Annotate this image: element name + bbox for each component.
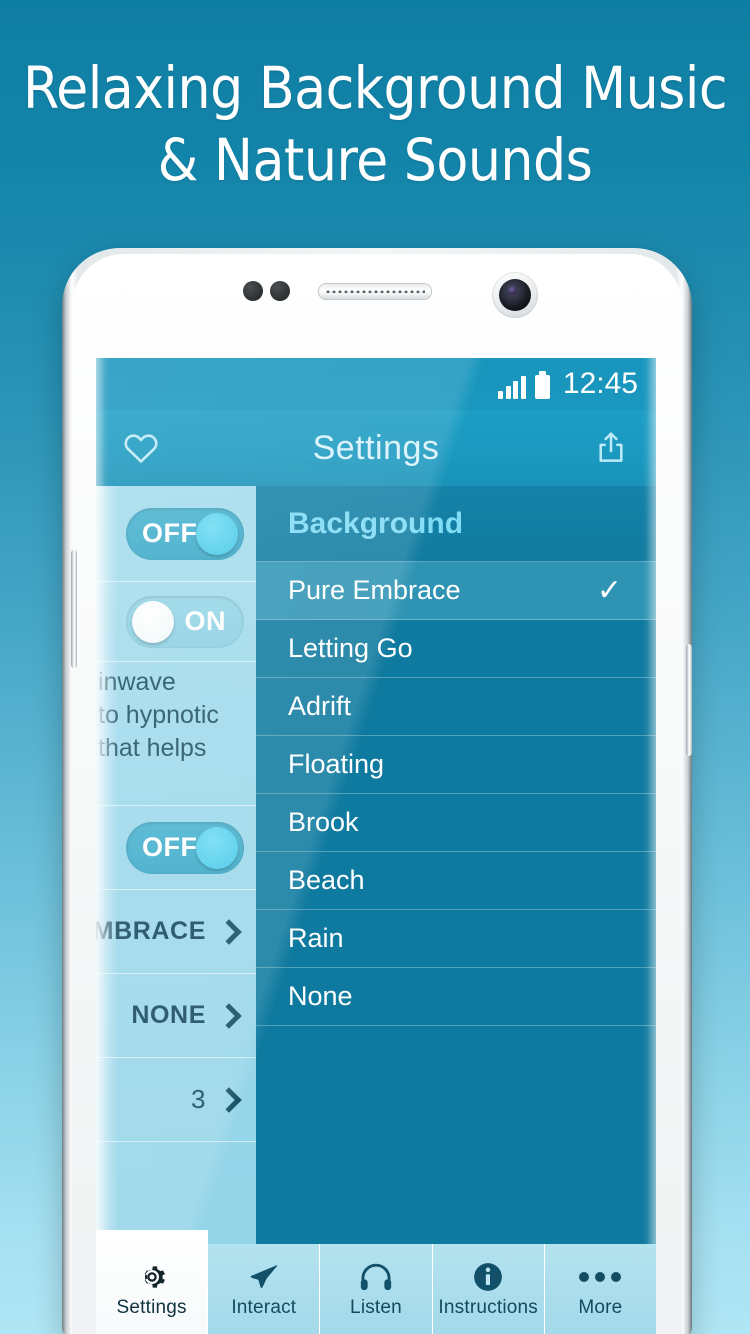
tab-label: More [578,1296,623,1318]
chevron-right-icon [216,1002,242,1029]
toggle-knob [196,512,238,555]
toggle-switch-on-1[interactable]: ON [126,595,244,648]
background-list-panel: Background Pure Embrace ✓ Letting Go Adr… [256,486,656,1334]
promo-screenshot: Relaxing Background Music & Nature Sound… [0,0,750,1334]
list-item-label: Rain [288,923,344,953]
setting-value-text: MBRACE [96,917,206,945]
toggle-label: OFF [142,832,198,862]
list-item[interactable]: Beach [256,852,656,910]
setting-row-toggle-3[interactable]: OFF [96,806,256,890]
settings-left-panel: OFF ON inwave to hypnotic that helps OFF… [96,486,256,1334]
description-line-1: inwave [98,668,176,696]
list-item[interactable]: Letting Go [256,620,656,678]
list-item[interactable]: Floating [256,736,656,794]
setting-value-group: NONE [131,1001,244,1030]
list-empty-space [256,1026,656,1256]
tab-instructions[interactable]: Instructions [432,1244,545,1334]
toggle-label: OFF [142,518,198,548]
volume-button[interactable] [71,550,77,668]
power-button[interactable] [686,644,692,756]
checkmark-icon: ✓ [596,573,622,607]
toggle-label: ON [184,606,226,636]
list-item-label: Letting Go [288,633,413,663]
toggle-knob [196,826,238,869]
toggle-knob [132,600,174,643]
info-circle-icon [472,1260,504,1294]
headline-line-1: Relaxing Background Music [22,54,728,122]
signal-bars-icon [498,375,526,399]
setting-value-text: NONE [131,1001,206,1029]
status-bar: 12:45 [96,358,656,410]
list-item[interactable]: Pure Embrace ✓ [256,562,656,620]
setting-value-group: 3 [191,1084,244,1115]
ellipsis-icon [579,1260,622,1294]
toggle-switch-off-2[interactable]: OFF [126,821,244,874]
tab-more[interactable]: More [544,1244,656,1334]
setting-row-none-value[interactable]: NONE [96,974,256,1058]
page-title: Settings [312,428,440,467]
setting-value-group: MBRACE [96,917,244,946]
setting-value-text: 3 [190,1084,206,1114]
list-item-label: Brook [288,807,359,837]
settings-body: OFF ON inwave to hypnotic that helps OFF… [96,486,656,1334]
toggle-switch-off-1[interactable]: OFF [126,507,244,560]
status-clock: 12:45 [562,367,638,400]
promo-headline: Relaxing Background Music & Nature Sound… [0,52,750,196]
setting-description-text: inwave to hypnotic that helps [96,666,244,765]
setting-row-toggle-2[interactable]: ON [96,582,256,662]
front-camera-icon [499,279,531,311]
background-list-header: Background [256,486,656,562]
bottom-tab-bar: Settings Interact Listen Instructions Mo… [96,1230,656,1334]
list-item[interactable]: Brook [256,794,656,852]
description-line-3: that helps [98,734,207,762]
setting-row-description: inwave to hypnotic that helps [96,662,256,806]
headline-line-2: & Nature Sounds [157,126,593,194]
tab-settings[interactable]: Settings [96,1230,209,1334]
setting-row-toggle-1[interactable]: OFF [96,486,256,582]
battery-full-icon [534,371,550,399]
heart-icon[interactable] [122,429,160,467]
proximity-sensor-icon [243,281,263,301]
app-header: Settings [96,410,656,486]
tab-label: Listen [350,1296,402,1318]
list-item-label: Pure Embrace [288,575,461,605]
list-item-label: Floating [288,749,385,779]
tab-label: Instructions [438,1296,538,1318]
list-item-label: Beach [288,865,365,895]
list-item[interactable]: Adrift [256,678,656,736]
gear-icon [137,1260,167,1294]
tab-interact[interactable]: Interact [208,1244,321,1334]
light-sensor-icon [270,281,290,301]
chevron-right-icon [216,1086,242,1113]
list-item-label: Adrift [288,691,352,721]
tab-label: Interact [231,1296,297,1318]
phone-screen: 12:45 Settings OFF ON inwave to hypnotic… [96,358,656,1334]
headphones-icon [359,1260,393,1294]
list-item[interactable]: Rain [256,910,656,968]
paper-plane-icon [248,1260,280,1294]
tab-label: Settings [116,1296,187,1318]
share-icon[interactable] [592,429,630,467]
list-item-label: None [288,981,353,1011]
earpiece-speaker-icon [318,283,432,300]
setting-row-count-value[interactable]: 3 [96,1058,256,1142]
description-line-2: to hypnotic [98,701,219,729]
tab-listen[interactable]: Listen [320,1244,433,1334]
setting-row-background-value[interactable]: MBRACE [96,890,256,974]
chevron-right-icon [216,918,242,945]
list-item[interactable]: None [256,968,656,1026]
